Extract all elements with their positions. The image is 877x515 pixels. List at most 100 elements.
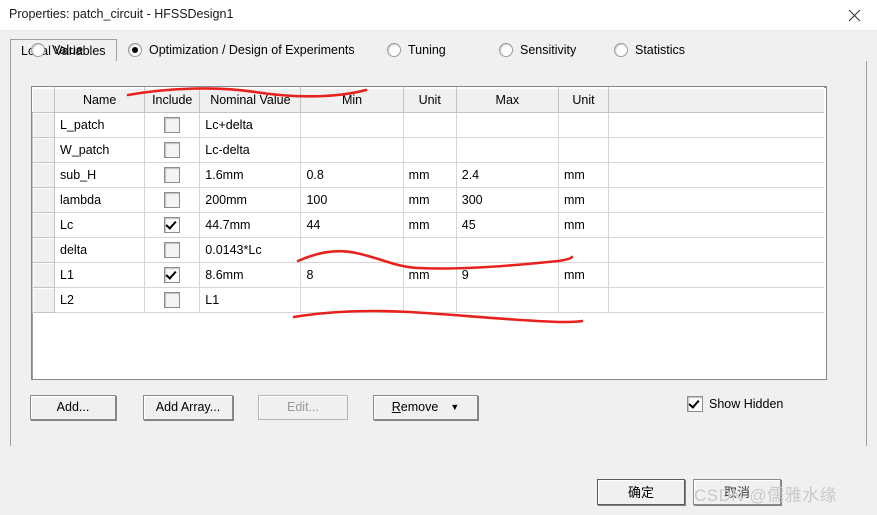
- cell-nominal-value[interactable]: Lc-delta: [199, 137, 302, 163]
- cell-include-checkbox[interactable]: [144, 262, 201, 288]
- radio-sensitivity[interactable]: Sensitivity: [499, 40, 576, 60]
- radio-statistics[interactable]: Statistics: [614, 40, 685, 60]
- radio-tuning[interactable]: Tuning: [387, 40, 446, 60]
- cell-min-unit[interactable]: [402, 237, 457, 263]
- cell-name[interactable]: Lc: [54, 212, 146, 238]
- cell-name[interactable]: delta: [54, 237, 146, 263]
- chevron-down-icon[interactable]: ▼: [450, 396, 459, 419]
- cell-name[interactable]: L1: [54, 262, 146, 288]
- row-selector[interactable]: [32, 112, 56, 138]
- column-header-min[interactable]: Min: [300, 87, 404, 113]
- cell-include-checkbox[interactable]: [144, 237, 201, 263]
- table-row[interactable]: delta 0.0143*Lc: [32, 237, 824, 263]
- cell-max-unit[interactable]: [557, 237, 610, 263]
- close-icon[interactable]: [831, 0, 877, 30]
- cell-max[interactable]: 300: [455, 187, 559, 213]
- row-selector[interactable]: [32, 262, 56, 288]
- column-header-include[interactable]: Include: [144, 87, 201, 113]
- cell-nominal-value[interactable]: 44.7mm: [199, 212, 302, 238]
- column-header-name[interactable]: Name: [54, 87, 146, 113]
- checkbox-icon[interactable]: [164, 142, 181, 158]
- cell-max[interactable]: 45: [455, 212, 559, 238]
- cell-min-unit[interactable]: [402, 137, 457, 163]
- cell-max[interactable]: [455, 237, 559, 263]
- cell-max[interactable]: 2.4: [455, 162, 559, 188]
- checkbox-icon[interactable]: [164, 167, 181, 183]
- checkbox-icon[interactable]: [164, 267, 181, 283]
- cell-max-unit[interactable]: [557, 137, 610, 163]
- cell-max[interactable]: [455, 112, 559, 138]
- cell-name[interactable]: lambda: [54, 187, 146, 213]
- checkbox-icon[interactable]: [687, 396, 703, 412]
- cell-include-checkbox[interactable]: [144, 212, 201, 238]
- column-header-min-unit[interactable]: Unit: [402, 87, 457, 113]
- add-array-button[interactable]: Add Array...: [143, 395, 233, 420]
- row-selector[interactable]: [32, 237, 56, 263]
- cell-nominal-value[interactable]: 200mm: [199, 187, 302, 213]
- row-selector[interactable]: [32, 162, 56, 188]
- table-row[interactable]: L1 8.6mm 8 mm 9 mm: [32, 262, 824, 288]
- row-selector[interactable]: [32, 187, 56, 213]
- row-selector[interactable]: [32, 287, 56, 313]
- cell-max-unit[interactable]: mm: [557, 262, 610, 288]
- checkbox-icon[interactable]: [164, 117, 181, 133]
- cell-include-checkbox[interactable]: [144, 137, 201, 163]
- cell-name[interactable]: sub_H: [54, 162, 146, 188]
- cell-nominal-value[interactable]: 0.0143*Lc: [199, 237, 302, 263]
- column-header-nominal-value[interactable]: Nominal Value: [199, 87, 302, 113]
- cell-name[interactable]: L_patch: [54, 112, 146, 138]
- row-selector[interactable]: [32, 137, 56, 163]
- cell-max-unit[interactable]: mm: [557, 187, 610, 213]
- cell-nominal-value[interactable]: L1: [199, 287, 302, 313]
- cell-min-unit[interactable]: [402, 287, 457, 313]
- table-row[interactable]: sub_H 1.6mm 0.8 mm 2.4 mm: [32, 162, 824, 188]
- cell-min[interactable]: [300, 137, 404, 163]
- cell-min-unit[interactable]: mm: [402, 212, 457, 238]
- cell-max[interactable]: 9: [455, 262, 559, 288]
- remove-button[interactable]: Remove ▼: [373, 395, 478, 420]
- cell-max[interactable]: [455, 137, 559, 163]
- cell-min[interactable]: [300, 287, 404, 313]
- table-row[interactable]: Lc 44.7mm 44 mm 45 mm: [32, 212, 824, 238]
- cell-nominal-value[interactable]: 1.6mm: [199, 162, 302, 188]
- cell-nominal-value[interactable]: Lc+delta: [199, 112, 302, 138]
- checkbox-icon[interactable]: [164, 242, 181, 258]
- column-header-max[interactable]: Max: [455, 87, 559, 113]
- cell-min[interactable]: 8: [300, 262, 404, 288]
- table-row[interactable]: lambda 200mm 100 mm 300 mm: [32, 187, 824, 213]
- cell-min-unit[interactable]: [402, 112, 457, 138]
- cell-min[interactable]: [300, 112, 404, 138]
- cell-max-unit[interactable]: mm: [557, 212, 610, 238]
- cell-min-unit[interactable]: mm: [402, 187, 457, 213]
- cell-min[interactable]: 0.8: [300, 162, 404, 188]
- cell-min-unit[interactable]: mm: [402, 162, 457, 188]
- checkbox-icon[interactable]: [164, 292, 181, 308]
- cell-nominal-value[interactable]: 8.6mm: [199, 262, 302, 288]
- show-hidden-checkbox[interactable]: Show Hidden: [687, 396, 783, 412]
- row-selector[interactable]: [32, 212, 56, 238]
- cell-max[interactable]: [455, 287, 559, 313]
- cell-name[interactable]: W_patch: [54, 137, 146, 163]
- ok-button[interactable]: 确定: [597, 479, 685, 505]
- cell-max-unit[interactable]: mm: [557, 162, 610, 188]
- cell-min-unit[interactable]: mm: [402, 262, 457, 288]
- column-header-max-unit[interactable]: Unit: [557, 87, 610, 113]
- add-button[interactable]: Add...: [30, 395, 116, 420]
- cell-min[interactable]: 100: [300, 187, 404, 213]
- radio-value[interactable]: Value: [31, 40, 83, 60]
- cell-name[interactable]: L2: [54, 287, 146, 313]
- cell-include-checkbox[interactable]: [144, 162, 201, 188]
- cell-include-checkbox[interactable]: [144, 112, 201, 138]
- cancel-button[interactable]: 取消: [693, 479, 781, 505]
- cell-max-unit[interactable]: [557, 287, 610, 313]
- variables-grid[interactable]: Name Include Nominal Value Min Unit Max …: [31, 86, 827, 380]
- table-row[interactable]: L2 L1: [32, 287, 824, 313]
- table-row[interactable]: W_patch Lc-delta: [32, 137, 824, 163]
- cell-min[interactable]: 44: [300, 212, 404, 238]
- checkbox-icon[interactable]: [164, 217, 181, 233]
- cell-min[interactable]: [300, 237, 404, 263]
- radio-optimization-doe[interactable]: Optimization / Design of Experiments: [128, 40, 355, 60]
- checkbox-icon[interactable]: [164, 192, 181, 208]
- cell-include-checkbox[interactable]: [144, 287, 201, 313]
- cell-max-unit[interactable]: [557, 112, 610, 138]
